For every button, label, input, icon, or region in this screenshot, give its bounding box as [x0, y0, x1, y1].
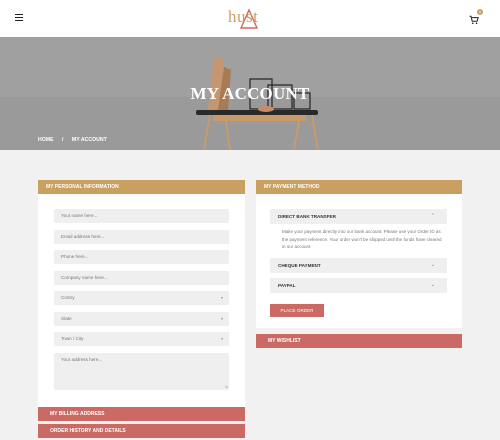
breadcrumb-separator: / — [62, 137, 64, 143]
name-input[interactable]: Your name here... — [54, 209, 229, 223]
phone-placeholder: Phone here... — [61, 254, 89, 259]
email-input[interactable]: Email address here... — [54, 230, 229, 244]
order-history-heading: ORDER HISTORY AND DETAILS — [50, 428, 126, 434]
order-history-bar[interactable]: ORDER HISTORY AND DETAILS — [38, 424, 245, 438]
town-select[interactable]: Town / City ▾ — [54, 332, 229, 346]
resize-handle-icon[interactable]: ⇲ — [225, 385, 228, 389]
company-input[interactable]: Company name here... — [54, 271, 229, 285]
breadcrumb-current: MY ACCOUNT — [71, 137, 107, 143]
personal-info-heading: MY PERSONAL INFORMATION — [38, 180, 245, 194]
payment-option-bank-transfer[interactable]: DIRECT BANK TRANSFER ⌃ — [270, 209, 447, 224]
state-select[interactable]: State ▾ — [54, 312, 229, 326]
place-order-button[interactable]: PLACE ORDER — [270, 304, 324, 317]
phone-input[interactable]: Phone here... — [54, 250, 229, 264]
cart-count-badge: 0 — [477, 9, 483, 15]
wishlist-bar[interactable]: MY WISHLIST — [256, 334, 462, 348]
bank-transfer-label: DIRECT BANK TRANSFER — [278, 214, 336, 219]
breadcrumb: HOME / MY ACCOUNT — [38, 137, 107, 143]
chevron-down-icon: ▾ — [220, 316, 223, 321]
chevron-down-icon: ▾ — [220, 295, 223, 300]
site-logo[interactable]: hust — [224, 4, 274, 32]
payment-method-panel: MY PAYMENT METHOD DIRECT BANK TRANSFER ⌃… — [256, 180, 462, 328]
cheque-label: CHEQUE PAYMENT — [278, 263, 321, 268]
address-textarea[interactable]: Your address here... ⇲ — [54, 353, 229, 390]
town-select-value: Town / City — [61, 336, 84, 341]
state-select-value: State — [61, 316, 72, 321]
chevron-down-icon: ▾ — [220, 336, 223, 341]
company-placeholder: Company name here... — [61, 275, 108, 280]
site-header: hust 0 — [0, 0, 500, 37]
page-title: MY ACCOUNT — [190, 84, 310, 103]
address-placeholder: Your address here... — [61, 357, 103, 362]
payment-method-heading: MY PAYMENT METHOD — [256, 180, 462, 194]
bank-transfer-description: Make your payment directly into our bank… — [282, 229, 442, 249]
hero-banner: MY ACCOUNT HOME / MY ACCOUNT — [0, 37, 500, 150]
billing-address-bar[interactable]: MY BILLING ADDRESS — [38, 407, 245, 421]
shopping-cart-icon[interactable]: 0 — [469, 9, 483, 25]
breadcrumb-home-link[interactable]: HOME — [38, 137, 54, 143]
payment-option-cheque[interactable]: CHEQUE PAYMENT ⌄ — [270, 258, 447, 273]
chevron-up-icon: ⌃ — [430, 213, 435, 219]
email-placeholder: Email address here... — [61, 234, 105, 239]
logo-text: hust — [228, 7, 259, 26]
country-select[interactable]: Contry ▾ — [54, 291, 229, 305]
personal-info-panel: MY PERSONAL INFORMATION Your name here..… — [38, 180, 245, 407]
country-select-value: Contry — [61, 295, 75, 300]
chevron-down-icon: ⌄ — [430, 282, 435, 288]
name-placeholder: Your name here... — [61, 213, 98, 218]
payment-option-paypal[interactable]: PAYPAL ⌄ — [270, 278, 447, 293]
paypal-label: PAYPAL — [278, 283, 296, 288]
wishlist-heading: MY WISHLIST — [268, 338, 301, 344]
hamburger-menu-icon[interactable] — [15, 14, 23, 22]
billing-address-heading: MY BILLING ADDRESS — [50, 411, 105, 417]
chevron-down-icon: ⌄ — [430, 262, 435, 268]
